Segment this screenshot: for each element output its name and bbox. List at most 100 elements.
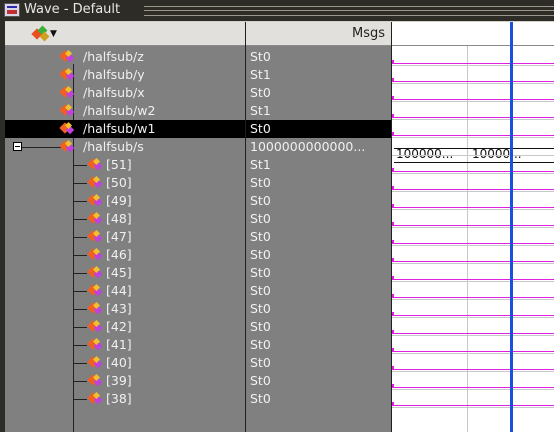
signal-name: [42] bbox=[106, 319, 132, 334]
signal-icon bbox=[87, 391, 103, 405]
signal-row[interactable]: /halfsub/x bbox=[5, 84, 245, 102]
column-divider[interactable] bbox=[245, 22, 246, 432]
signal-value-row[interactable]: 1000000000000... bbox=[246, 138, 391, 156]
signal-name: [39] bbox=[106, 373, 132, 388]
tree-connector bbox=[73, 255, 87, 256]
signal-name: [38] bbox=[106, 391, 132, 406]
signal-value: St0 bbox=[250, 85, 271, 100]
row-grid-line bbox=[392, 299, 554, 300]
signal-value-row[interactable]: St0 bbox=[246, 48, 391, 66]
signal-name: [41] bbox=[106, 337, 132, 352]
signal-value-row[interactable]: St0 bbox=[246, 210, 391, 228]
signal-row[interactable]: /halfsub/w1 bbox=[5, 120, 245, 138]
signal-value: St0 bbox=[250, 121, 271, 136]
signal-row[interactable]: /halfsub/y bbox=[5, 66, 245, 84]
signal-value: St0 bbox=[250, 283, 271, 298]
waveform-edge bbox=[392, 276, 394, 280]
signal-name: /halfsub/y bbox=[83, 67, 145, 82]
signal-name: /halfsub/s bbox=[83, 139, 144, 154]
time-cursor[interactable] bbox=[510, 22, 513, 432]
signal-value-row[interactable]: St0 bbox=[246, 300, 391, 318]
waveform-edge bbox=[392, 258, 394, 262]
waveform-trace bbox=[392, 117, 554, 118]
waveform-trace bbox=[392, 135, 554, 136]
signal-name: /halfsub/z bbox=[83, 49, 144, 64]
waveform-trace bbox=[392, 189, 554, 190]
waveform-trace bbox=[392, 99, 554, 100]
tree-connector bbox=[73, 219, 87, 220]
signal-row[interactable]: [42] bbox=[5, 318, 245, 336]
wave-column-header bbox=[392, 22, 554, 46]
signal-name-pane: /halfsub/z/halfsub/y/halfsub/x/halfsub/w… bbox=[5, 46, 245, 432]
signal-row[interactable]: [40] bbox=[5, 354, 245, 372]
signal-row[interactable]: [50] bbox=[5, 174, 245, 192]
tree-connector bbox=[73, 165, 87, 166]
column-divider[interactable] bbox=[391, 22, 392, 432]
signal-value-row[interactable]: St0 bbox=[246, 264, 391, 282]
waveform-edge bbox=[392, 348, 394, 352]
signal-name: /halfsub/x bbox=[83, 85, 145, 100]
signal-value-row[interactable]: St0 bbox=[246, 336, 391, 354]
signal-value-row[interactable]: St0 bbox=[246, 246, 391, 264]
signal-name: [45] bbox=[106, 265, 132, 280]
waveform-trace bbox=[392, 297, 554, 298]
row-grid-line bbox=[392, 227, 554, 228]
signal-row[interactable]: [43] bbox=[5, 300, 245, 318]
signal-value-row[interactable]: St1 bbox=[246, 66, 391, 84]
signal-value-row[interactable]: St0 bbox=[246, 354, 391, 372]
signal-row[interactable]: [38] bbox=[5, 390, 245, 408]
signal-row[interactable]: [47] bbox=[5, 228, 245, 246]
title-bar[interactable]: Wave - Default bbox=[0, 0, 554, 21]
signal-icon bbox=[87, 283, 103, 297]
msgs-column-label: Msgs bbox=[351, 26, 385, 41]
signal-row[interactable]: /halfsub/z bbox=[5, 48, 245, 66]
signal-value-row[interactable]: St0 bbox=[246, 318, 391, 336]
waveform-edge bbox=[392, 366, 394, 370]
signal-value-row[interactable]: St0 bbox=[246, 390, 391, 408]
waveform-edge bbox=[392, 294, 394, 298]
signal-value: St0 bbox=[250, 373, 271, 388]
row-grid-line bbox=[392, 389, 554, 390]
signal-value-row[interactable]: St1 bbox=[246, 102, 391, 120]
signal-value-row[interactable]: St0 bbox=[246, 372, 391, 390]
waveform-edge bbox=[392, 402, 394, 406]
signal-value-row[interactable]: St0 bbox=[246, 192, 391, 210]
title-bar-grip[interactable] bbox=[144, 6, 554, 16]
signal-row[interactable]: [45] bbox=[5, 264, 245, 282]
signal-value: St0 bbox=[250, 301, 271, 316]
time-grid-line bbox=[467, 46, 468, 432]
signal-value-row[interactable]: St0 bbox=[246, 120, 391, 138]
signal-row[interactable]: [49] bbox=[5, 192, 245, 210]
signal-row[interactable]: [48] bbox=[5, 210, 245, 228]
waveform-trace bbox=[392, 81, 554, 82]
signal-value: St0 bbox=[250, 355, 271, 370]
tree-connector bbox=[73, 399, 87, 400]
signal-row[interactable]: [39] bbox=[5, 372, 245, 390]
signal-value: St1 bbox=[250, 103, 271, 118]
signal-icon bbox=[87, 157, 103, 171]
bus-segment-1: 100000... bbox=[396, 147, 454, 161]
bus-bottom-line bbox=[394, 162, 554, 163]
signal-value-row[interactable]: St0 bbox=[246, 228, 391, 246]
signal-dropdown-icon[interactable]: ▼ bbox=[31, 25, 57, 42]
signal-row[interactable]: /halfsub/w2 bbox=[5, 102, 245, 120]
waveform-pane[interactable]: 100000... 10000... bbox=[392, 46, 554, 432]
signal-row[interactable]: [46] bbox=[5, 246, 245, 264]
signal-value-row[interactable]: St0 bbox=[246, 174, 391, 192]
signal-row[interactable]: [44] bbox=[5, 282, 245, 300]
row-grid-line bbox=[392, 209, 554, 210]
signal-value-row[interactable]: St0 bbox=[246, 84, 391, 102]
msgs-column-header: Msgs bbox=[246, 22, 391, 46]
signal-value: St1 bbox=[250, 67, 271, 82]
collapse-toggle[interactable] bbox=[13, 142, 22, 151]
signal-name: /halfsub/w2 bbox=[83, 103, 156, 118]
signal-row[interactable]: /halfsub/s bbox=[5, 138, 245, 156]
row-grid-line bbox=[392, 317, 554, 318]
signal-icon bbox=[59, 103, 75, 117]
signal-value-row[interactable]: St1 bbox=[246, 156, 391, 174]
waveform-edge bbox=[392, 168, 394, 172]
signal-row[interactable]: [41] bbox=[5, 336, 245, 354]
waveform-edge bbox=[392, 204, 394, 208]
signal-row[interactable]: [51] bbox=[5, 156, 245, 174]
signal-value-row[interactable]: St0 bbox=[246, 282, 391, 300]
